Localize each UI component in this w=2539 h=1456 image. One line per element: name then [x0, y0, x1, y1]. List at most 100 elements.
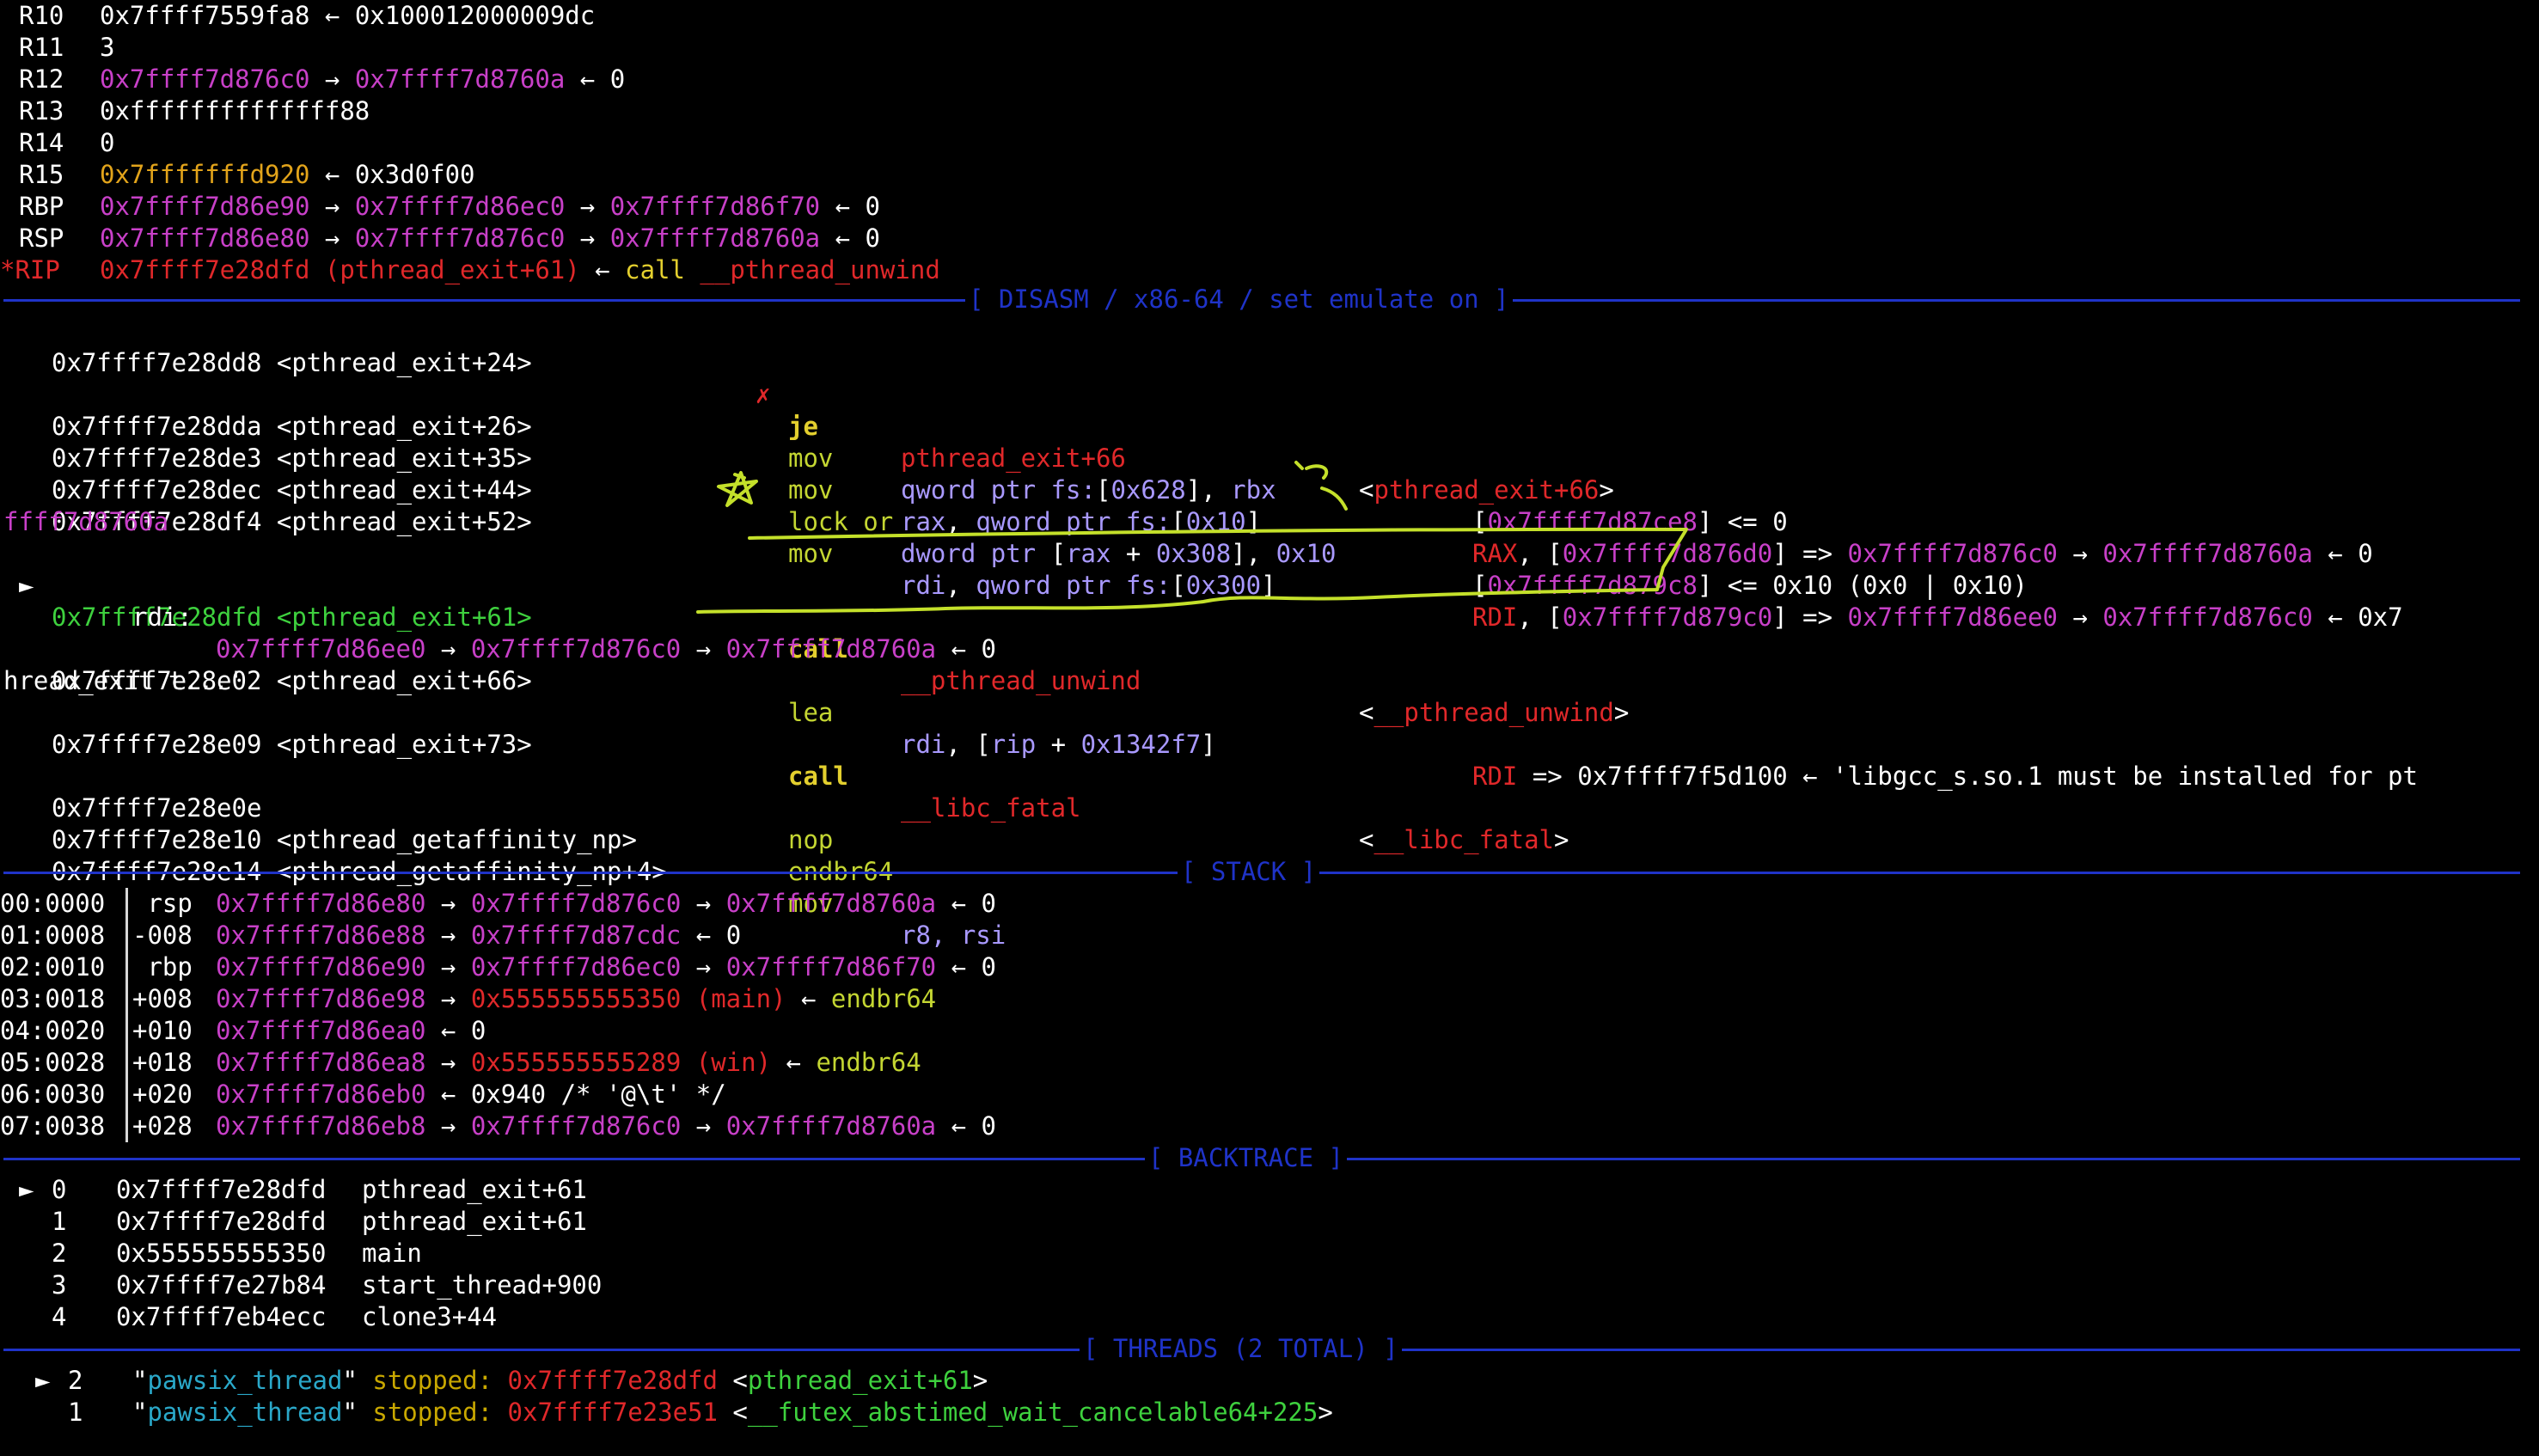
stack-offset: rsp [132, 889, 193, 918]
frame-marker [19, 1206, 34, 1238]
disasm-line: 0x7ffff7e28e02 <pthread_exit+66> lea rdi… [52, 666, 2418, 791]
register-name: RBP [19, 192, 64, 221]
register-name: *RIP [0, 255, 60, 284]
stack-separator: [ STACK ] [3, 856, 2520, 888]
stack-divider [125, 1079, 128, 1110]
stack-offset: -008 [132, 921, 193, 950]
register-value: 0x7ffff7559fa8 [100, 1, 310, 30]
frame-symbol: main [362, 1239, 422, 1268]
stack-address: 0x7ffff7d86e80 [216, 889, 426, 918]
stack-address: 0x7ffff7d86eb0 [216, 1080, 426, 1109]
thread-location: __futex_abstimed_wait_cancelable64+225 [747, 1398, 1318, 1427]
thread-address: 0x7ffff7e23e51 [507, 1398, 718, 1427]
frame-number: 4 [52, 1302, 67, 1331]
frame-symbol: clone3+44 [362, 1302, 498, 1331]
disasm-line: 0x7ffff7e28df4 <pthread_exit+52> mov rdi… [52, 507, 2403, 632]
disasm-current-line: ► 0x7ffff7e28dfd <pthread_exit+61> call … [19, 571, 1630, 727]
stack-index: 07:0038 [0, 1111, 106, 1141]
thread-number: 1 [68, 1398, 83, 1427]
thread-name: pawsix_thread [147, 1366, 343, 1395]
register-value: 0 [100, 128, 115, 157]
disasm-line: 0x7ffff7e28de3 <pthread_exit+35> mov rax… [52, 444, 2373, 568]
thread-marker: ► [35, 1366, 51, 1395]
thread-state: stopped: [372, 1366, 493, 1395]
register-value: 0x7ffff7d876c0 [100, 64, 310, 94]
disasm-line: 0x7ffff7e28e14 <pthread_getaffinity_np+4… [52, 857, 1006, 950]
frame-number: 1 [52, 1207, 67, 1236]
frame-marker [19, 1269, 34, 1301]
frame-symbol: start_thread+900 [362, 1270, 603, 1300]
stack-address: 0x7ffff7d86e88 [216, 921, 426, 950]
register-name: R12 [19, 64, 64, 94]
register-name: R10 [19, 1, 64, 30]
frame-address: 0x7ffff7e28dfd [116, 1175, 327, 1204]
register-value: 0x7ffff7d86e80 [100, 223, 310, 253]
register-name: RSP [19, 223, 64, 253]
stack-offset: +018 [132, 1048, 193, 1077]
frame-number: 0 [52, 1175, 67, 1204]
frame-marker [19, 1238, 34, 1269]
stack-address: 0x7ffff7d86ea8 [216, 1048, 426, 1077]
thread-state: stopped: [372, 1398, 493, 1427]
disasm-wrap: hread_exit t...' [3, 666, 244, 695]
stack-index: 04:0020 [0, 1016, 106, 1045]
stack-index: 00:0000 [0, 889, 106, 918]
stack-offset: +020 [132, 1080, 193, 1109]
stack-divider [125, 1015, 128, 1047]
frame-address: 0x7ffff7e28dfd [116, 1207, 327, 1236]
stack-header: [ STACK ] [1178, 856, 1320, 888]
register-value: 0x7ffff7d86e90 [100, 192, 310, 221]
stack-divider [125, 888, 128, 920]
register-value: 0x7ffff7e28dfd (pthread_exit+61) [100, 255, 580, 284]
thread-marker [35, 1397, 50, 1428]
disasm-line: 0x7ffff7e28e09 <pthread_exit+73> call __… [52, 730, 1569, 854]
register-value: 0x7fffffffd920 [100, 160, 310, 189]
stack-address: 0x7ffff7d86e90 [216, 952, 426, 982]
backtrace-header: [ BACKTRACE ] [1145, 1142, 1347, 1174]
thread-number: 2 [68, 1366, 83, 1395]
register-value: 0xffffffffffffff88 [100, 96, 370, 125]
stack-index: 01:0008 [0, 921, 106, 950]
register-name: R15 [19, 160, 64, 189]
frame-address: 0x7ffff7e27b84 [116, 1270, 327, 1300]
thread-name: pawsix_thread [147, 1398, 343, 1427]
register-name: R13 [19, 96, 64, 125]
disasm-separator: [ DISASM / x86-64 / set emulate on ] [3, 284, 2520, 315]
thread-location: pthread_exit+61 [747, 1366, 973, 1395]
frame-marker [19, 1301, 34, 1333]
stack-address: 0x7ffff7d86ea0 [216, 1016, 426, 1045]
stack-divider [125, 1110, 128, 1142]
gdb-terminal[interactable]: R10 0x7ffff7559fa8 ← 0x100012000009dc R11 3… [0, 0, 2536, 1456]
stack-index: 06:0030 [0, 1080, 106, 1109]
stack-offset: rbp [132, 952, 193, 982]
stack-offset: +028 [132, 1111, 193, 1141]
frame-marker: ► [19, 1175, 34, 1204]
disasm-line: 0x7ffff7e28dec <pthread_exit+44> lock or… [52, 475, 2028, 600]
stack-address: 0x7ffff7d86eb8 [216, 1111, 426, 1141]
stack-offset: +008 [132, 984, 193, 1013]
stack-index: 02:0010 [0, 952, 106, 982]
stack-divider [125, 1047, 128, 1079]
register-name: R11 [19, 33, 64, 62]
stack-index: 03:0018 [0, 984, 106, 1013]
thread-address: 0x7ffff7e28dfd [507, 1366, 718, 1395]
frame-number: 3 [52, 1270, 67, 1300]
call-args: rdi: 0x7ffff7d86ee0 → 0x7ffff7d876c0 → 0… [132, 603, 996, 664]
frame-symbol: pthread_exit+61 [362, 1175, 587, 1204]
disasm-line: 0x7ffff7e28dd8 <pthread_exit+24> ✗ je pt… [52, 348, 1614, 505]
disasm-line: 0x7ffff7e28e10 <pthread_getaffinity_np> … [52, 825, 894, 886]
frame-number: 2 [52, 1239, 67, 1268]
disasm-wrap: ffff7d8760a [3, 507, 169, 536]
stack-divider [125, 951, 128, 983]
frame-address: 0x7ffff7eb4ecc [116, 1302, 327, 1331]
register-name: R14 [19, 128, 64, 157]
frame-symbol: pthread_exit+61 [362, 1207, 587, 1236]
frame-address: 0x555555555350 [116, 1239, 327, 1268]
stack-offset: +010 [132, 1016, 193, 1045]
disasm-header: [ DISASM / x86-64 / set emulate on ] [965, 284, 1513, 315]
register-value: 3 [100, 33, 115, 62]
stack-address: 0x7ffff7d86e98 [216, 984, 426, 1013]
threads-header: [ THREADS (2 TOTAL) ] [1080, 1333, 1402, 1365]
threads-separator: [ THREADS (2 TOTAL) ] [3, 1333, 2520, 1365]
stack-divider [125, 920, 128, 951]
